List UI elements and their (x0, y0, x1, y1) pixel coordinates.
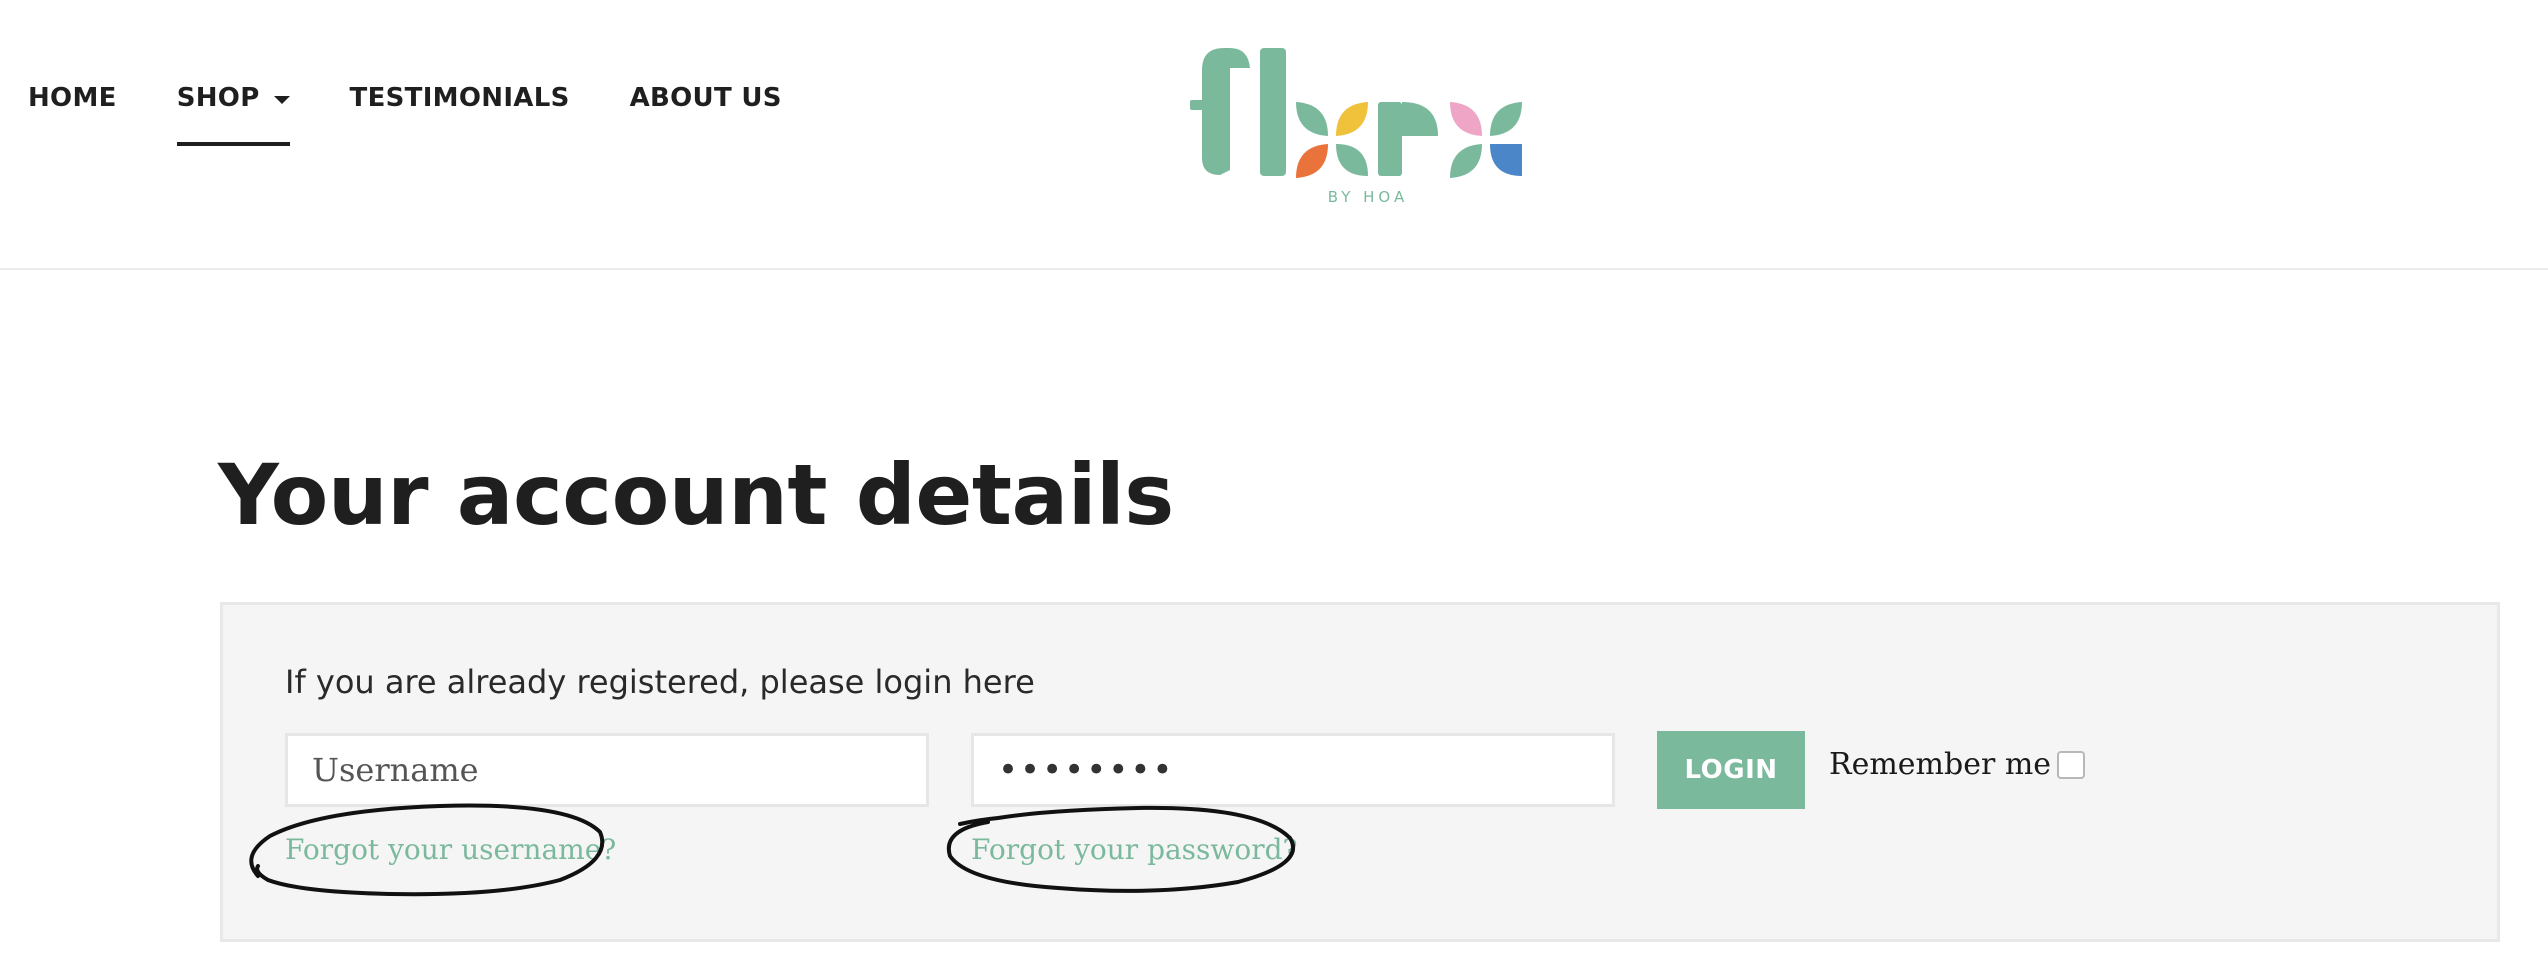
logo-tagline: BY HOA (1328, 188, 1408, 206)
nav-shop[interactable]: SHOP (176, 78, 290, 146)
username-input[interactable] (285, 733, 929, 807)
logo-letter-l (1260, 48, 1286, 176)
nav-about-us-label: ABOUT US (629, 83, 782, 113)
forgot-username-link[interactable]: Forgot your username? (285, 833, 616, 866)
login-intro-text: If you are already registered, please lo… (285, 663, 1035, 701)
logo-letter-a (1450, 102, 1522, 178)
remember-me-label: Remember me (1829, 747, 2052, 782)
page-title: Your account details (218, 446, 1174, 544)
remember-me-checkbox[interactable] (2057, 750, 2086, 779)
chevron-down-icon (273, 96, 290, 104)
logo-letter-f (1190, 48, 1250, 175)
main-nav: HOME SHOP TESTIMONIALS ABOUT US (28, 78, 842, 146)
login-button[interactable]: LOGIN (1657, 731, 1805, 809)
forgot-password-link[interactable]: Forgot your password? (971, 833, 1298, 866)
nav-home[interactable]: HOME (28, 78, 117, 118)
site-header: HOME SHOP TESTIMONIALS ABOUT US BY HOA (0, 0, 2548, 270)
nav-about-us[interactable]: ABOUT US (630, 78, 782, 118)
nav-home-label: HOME (28, 83, 117, 113)
logo-letter-r (1378, 102, 1438, 176)
logo-letter-o (1296, 102, 1368, 178)
remember-me[interactable]: Remember me (1829, 747, 2086, 782)
nav-testimonials[interactable]: TESTIMONIALS (350, 78, 570, 118)
password-input[interactable] (971, 733, 1615, 807)
nav-shop-label: SHOP (176, 83, 260, 113)
login-panel: If you are already registered, please lo… (220, 602, 2500, 942)
nav-testimonials-label: TESTIMONIALS (349, 83, 570, 113)
flora-logo-icon[interactable]: BY HOA (1190, 40, 1530, 210)
